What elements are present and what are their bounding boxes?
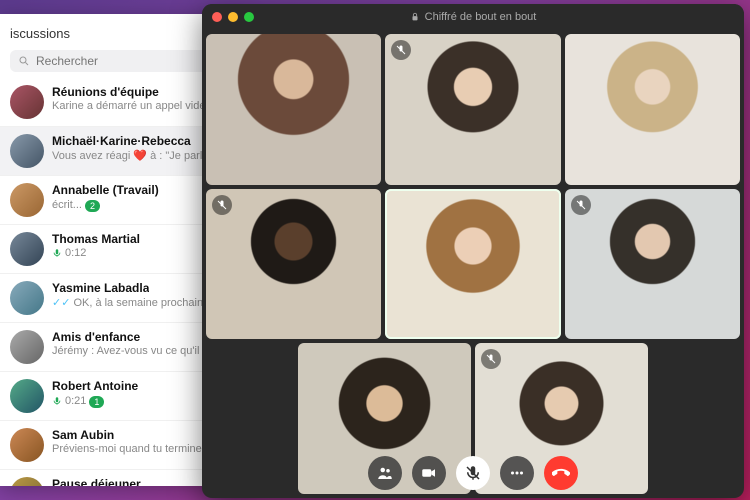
participant-tile[interactable] xyxy=(385,34,560,185)
avatar xyxy=(10,134,44,168)
call-window: Chiffré de bout en bout xyxy=(202,4,744,498)
chat-preview: 0:12 xyxy=(65,247,86,259)
avatar xyxy=(10,379,44,413)
muted-icon xyxy=(212,195,232,215)
chat-name: Annabelle (Travail) xyxy=(52,183,159,197)
avatar xyxy=(10,330,44,364)
video-toggle-button[interactable] xyxy=(412,456,446,490)
close-icon[interactable] xyxy=(212,12,222,22)
chat-name: Robert Antoine xyxy=(52,379,138,393)
muted-icon xyxy=(571,195,591,215)
chat-preview: 0:21 xyxy=(65,395,86,407)
participant-tile[interactable] xyxy=(565,34,740,185)
read-checks-icon: ✓✓ xyxy=(52,296,70,309)
unread-badge: 2 xyxy=(85,200,100,212)
search-icon xyxy=(18,55,30,67)
chat-name: Thomas Martial xyxy=(52,232,140,246)
minimize-icon[interactable] xyxy=(228,12,238,22)
chat-name: Pause déjeuner xyxy=(52,477,141,486)
participant-tile[interactable] xyxy=(206,34,381,185)
mic-toggle-button[interactable] xyxy=(456,456,490,490)
chat-preview: écrit... xyxy=(52,199,82,211)
avatar xyxy=(10,281,44,315)
encryption-label: Chiffré de bout en bout xyxy=(425,11,537,23)
avatar xyxy=(10,85,44,119)
unread-badge: 1 xyxy=(89,396,104,408)
chat-name: Sam Aubin xyxy=(52,428,114,442)
avatar xyxy=(10,428,44,462)
muted-icon xyxy=(391,40,411,60)
avatar xyxy=(10,232,44,266)
title-text: Chiffré de bout en bout xyxy=(202,11,744,23)
chat-name: Yasmine Labadla xyxy=(52,281,149,295)
mic-icon xyxy=(52,396,62,406)
more-options-button[interactable] xyxy=(500,456,534,490)
lock-icon xyxy=(410,12,420,22)
muted-icon xyxy=(481,349,501,369)
participant-tile[interactable] xyxy=(565,189,740,340)
zoom-icon[interactable] xyxy=(244,12,254,22)
mic-icon xyxy=(52,248,62,258)
titlebar: Chiffré de bout en bout xyxy=(202,4,744,30)
chat-name: Amis d'enfance xyxy=(52,330,140,344)
chat-name: Réunions d'équipe xyxy=(52,85,159,99)
participants-button[interactable] xyxy=(368,456,402,490)
avatar xyxy=(10,183,44,217)
end-call-button[interactable] xyxy=(544,456,578,490)
traffic-lights xyxy=(212,12,254,22)
video-grid xyxy=(202,30,744,498)
chat-title: iscussions xyxy=(10,26,202,41)
chat-preview: OK, à la semaine prochaine xyxy=(73,297,209,309)
participant-tile[interactable] xyxy=(385,189,560,340)
chat-name: Michaël·Karine·Rebecca xyxy=(52,134,191,148)
avatar xyxy=(10,477,44,486)
participant-tile[interactable] xyxy=(206,189,381,340)
